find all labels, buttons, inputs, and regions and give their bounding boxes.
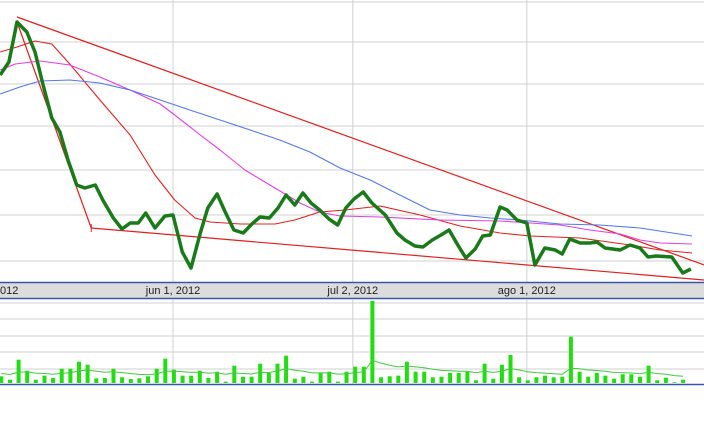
volume-gridlines bbox=[0, 299, 704, 384]
x-tick-label: jun 1, 2012 bbox=[145, 285, 200, 297]
volume-bar bbox=[474, 380, 478, 383]
volume-bar bbox=[551, 377, 556, 383]
volume-bar bbox=[560, 376, 565, 383]
stock-chart: 012 jun 1, 2012 jul 2, 2012 ago 1, 2012 bbox=[0, 0, 704, 386]
volume-bar bbox=[68, 368, 73, 383]
price-gridlines bbox=[0, 0, 704, 282]
volume-bar bbox=[8, 379, 12, 383]
price-plot bbox=[0, 16, 704, 281]
price-line bbox=[0, 20, 692, 275]
volume-bar bbox=[292, 378, 297, 383]
volume-bar bbox=[94, 378, 99, 383]
volume-bar bbox=[120, 377, 125, 383]
volume-bar bbox=[180, 375, 185, 383]
volume-bar bbox=[379, 377, 384, 383]
volume-bar bbox=[77, 361, 81, 383]
volume-bar bbox=[482, 363, 487, 383]
volume-bar bbox=[249, 376, 254, 383]
volume-bar bbox=[491, 378, 496, 383]
volume-bar bbox=[499, 364, 504, 383]
volume-bar bbox=[517, 377, 522, 383]
volume-bar bbox=[568, 336, 573, 383]
volume-bar bbox=[318, 373, 323, 383]
x-tick-label: ago 1, 2012 bbox=[498, 285, 556, 297]
volume-bar bbox=[223, 381, 228, 383]
volume-bar bbox=[448, 373, 453, 383]
volume-bar bbox=[586, 376, 591, 383]
volume-bar bbox=[603, 375, 608, 383]
volume-bar bbox=[646, 365, 651, 383]
volume-bar bbox=[301, 376, 306, 383]
volume-bar bbox=[154, 368, 159, 383]
volume-bar bbox=[42, 375, 47, 383]
volume-bar bbox=[620, 374, 625, 383]
volume-bar bbox=[387, 376, 392, 383]
volume-bar bbox=[335, 381, 340, 383]
volume-bar bbox=[111, 368, 116, 383]
volume-bar bbox=[413, 371, 418, 383]
volume-bar bbox=[430, 377, 435, 383]
volume-bar bbox=[232, 365, 237, 383]
volume-bar bbox=[577, 371, 582, 383]
volume-bar bbox=[422, 371, 427, 383]
volume-bar bbox=[525, 380, 530, 383]
volume-bar bbox=[16, 359, 21, 383]
volume-bar bbox=[128, 379, 133, 383]
volume-bar bbox=[0, 376, 4, 383]
volume-bar bbox=[672, 382, 677, 383]
volume-bar bbox=[655, 380, 660, 383]
volume-bar bbox=[258, 363, 263, 383]
x-tick-label: 012 bbox=[0, 285, 18, 297]
volume-bar bbox=[241, 376, 245, 383]
volume-bar bbox=[612, 378, 617, 383]
volume-bar bbox=[465, 371, 470, 383]
volume-bar bbox=[396, 375, 401, 383]
volume-bar bbox=[629, 374, 634, 383]
volume-bar bbox=[85, 364, 90, 383]
volume-bar bbox=[59, 368, 64, 383]
volume-bar bbox=[456, 373, 461, 383]
volume-bar bbox=[310, 381, 314, 383]
moving-average-medium-line bbox=[0, 60, 693, 245]
volume-bar bbox=[370, 301, 375, 383]
moving-average-long-line bbox=[0, 79, 693, 237]
volume-bar bbox=[353, 366, 358, 383]
volume-bar bbox=[137, 378, 142, 383]
volume-bar bbox=[51, 378, 56, 383]
volume-bar bbox=[33, 379, 38, 383]
volume-bar bbox=[681, 379, 686, 383]
volume-bar bbox=[266, 373, 271, 383]
volume-bar bbox=[102, 378, 107, 383]
volume-bar bbox=[404, 361, 409, 383]
volume-bar bbox=[534, 377, 539, 383]
x-tick-label: jul 2, 2012 bbox=[326, 285, 378, 297]
volume-bar bbox=[146, 376, 150, 383]
volume-bar bbox=[275, 363, 280, 383]
moving-average-short-line bbox=[0, 40, 693, 254]
volume-bar bbox=[189, 375, 194, 383]
volume-bar bbox=[206, 378, 211, 383]
volume-bar bbox=[439, 376, 444, 383]
volume-plot bbox=[0, 301, 686, 383]
volume-bar bbox=[663, 377, 668, 383]
volume-bar bbox=[594, 373, 599, 383]
volume-bar bbox=[638, 376, 642, 383]
volume-bar bbox=[543, 375, 547, 383]
